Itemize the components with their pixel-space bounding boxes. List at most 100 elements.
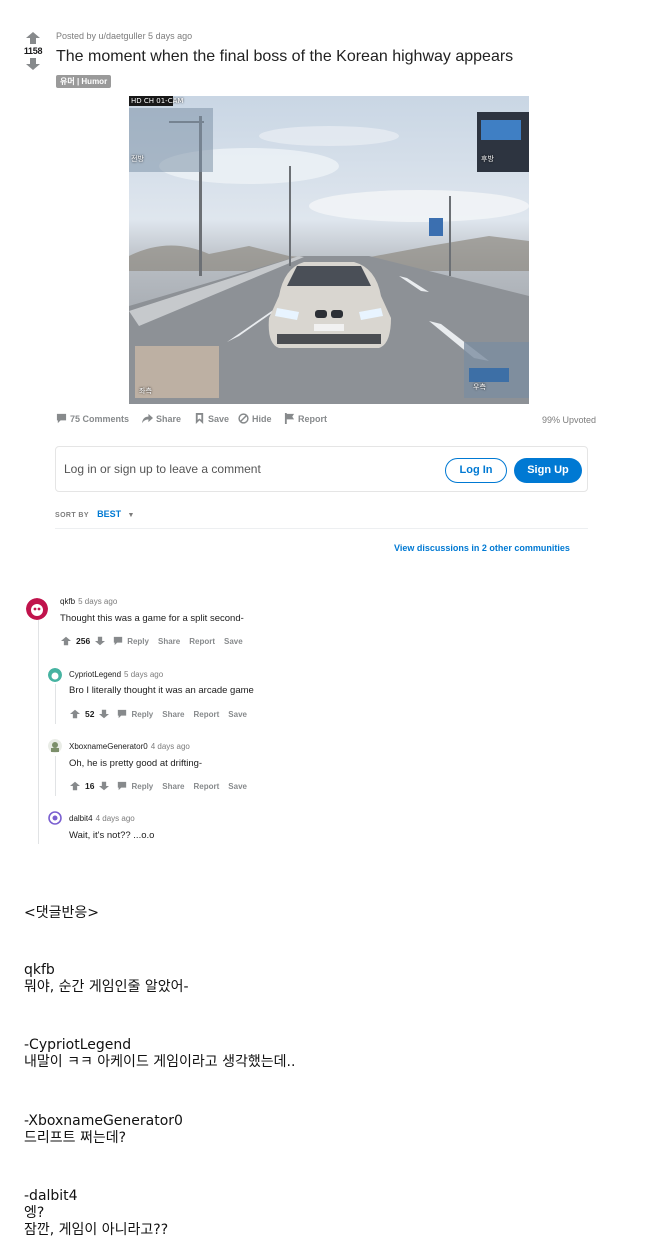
sort-value[interactable]: BEST bbox=[97, 509, 121, 519]
post-title[interactable]: The moment when the final boss of the Ko… bbox=[56, 48, 513, 66]
comment-time: 5 days ago bbox=[78, 597, 118, 606]
report-button[interactable]: Report bbox=[284, 413, 327, 424]
upvote-icon[interactable] bbox=[26, 32, 40, 44]
avatar[interactable] bbox=[48, 739, 62, 753]
login-button[interactable]: Log In bbox=[445, 458, 507, 483]
camera-right-label: 우측 bbox=[473, 383, 486, 391]
comment-body: Oh, he is pretty good at drifting- bbox=[69, 758, 203, 769]
avatar[interactable] bbox=[48, 811, 62, 825]
hide-icon bbox=[238, 413, 249, 424]
bookmark-icon bbox=[195, 413, 204, 424]
downvote-icon[interactable] bbox=[26, 58, 40, 70]
comments-button[interactable]: 75 Comments bbox=[56, 413, 129, 424]
post-media-image[interactable]: HD CH 01-CAM 전방 후방 좌측 우측 bbox=[129, 96, 529, 404]
save-label: Save bbox=[208, 413, 230, 424]
chevron-down-icon[interactable]: ▼ bbox=[128, 512, 135, 519]
sort-label: SORT BY bbox=[55, 512, 89, 519]
translation-header: <댓글반응> bbox=[24, 905, 99, 921]
comment-author-name[interactable]: qkfb bbox=[60, 597, 75, 606]
reply-button[interactable]: Reply bbox=[131, 782, 153, 791]
camera-overlay-tag: HD CH 01-CAM bbox=[131, 97, 184, 105]
translation-name: -XboxnameGenerator0 bbox=[24, 1113, 183, 1129]
comment-author-name[interactable]: XboxnameGenerator0 bbox=[69, 742, 148, 751]
translation-line: 잠깐, 게임이 아니라고?? bbox=[24, 1222, 169, 1238]
flag-icon bbox=[284, 413, 295, 424]
hide-label: Hide bbox=[252, 413, 272, 424]
translation-name: -dalbit4 bbox=[24, 1188, 78, 1204]
camera-left-label: 좌측 bbox=[139, 387, 152, 395]
camera-rear-label: 후방 bbox=[481, 155, 494, 163]
dashcam-scene bbox=[129, 96, 529, 404]
share-label: Share bbox=[156, 413, 182, 424]
thread-line bbox=[55, 756, 56, 796]
view-other-discussions-link[interactable]: View discussions in 2 other communities bbox=[394, 543, 570, 553]
comment-score: 16 bbox=[85, 781, 95, 791]
comment-actions: 52 Reply Share Report Save bbox=[70, 709, 247, 719]
post-meta: Posted by u/daetguller 5 days ago bbox=[56, 31, 193, 41]
share-button[interactable]: Share bbox=[162, 782, 184, 791]
signup-button[interactable]: Sign Up bbox=[514, 458, 582, 483]
comment-actions: 16 Reply Share Report Save bbox=[70, 781, 247, 791]
comment-body: Wait, it's not?? ...o.o bbox=[69, 830, 155, 841]
share-icon bbox=[142, 413, 153, 424]
comment-author[interactable]: CypriotLegend 5 days ago bbox=[69, 670, 163, 679]
share-button[interactable]: Share bbox=[158, 637, 180, 646]
thread-line bbox=[38, 618, 39, 844]
report-button[interactable]: Report bbox=[194, 782, 220, 791]
comments-count-label: 75 Comments bbox=[70, 413, 130, 424]
post-vote-column: 1158 bbox=[22, 32, 44, 70]
comment-body: Thought this was a game for a split seco… bbox=[60, 613, 244, 624]
sort-control[interactable]: SORT BY BEST ▼ bbox=[55, 509, 135, 519]
comment-score: 52 bbox=[85, 709, 95, 719]
post-action-bar: 75 Comments Share Save Hide Report 99% U… bbox=[56, 413, 596, 427]
comment-icon bbox=[114, 636, 123, 646]
camera-front-label: 전방 bbox=[131, 155, 144, 163]
post-flair[interactable]: 유머 | Humor bbox=[56, 75, 112, 88]
save-button[interactable]: Save bbox=[228, 782, 247, 791]
upvote-ratio: 99% Upvoted bbox=[541, 415, 596, 425]
upvote-icon[interactable] bbox=[70, 781, 80, 791]
upvote-icon[interactable] bbox=[70, 709, 80, 719]
avatar[interactable] bbox=[48, 668, 62, 682]
downvote-icon[interactable] bbox=[99, 781, 110, 791]
comment-icon bbox=[118, 709, 127, 719]
translation-line: 내말이 ㅋㅋ 아케이드 게임이라고 생각했는데.. bbox=[24, 1054, 296, 1070]
comment-time: 5 days ago bbox=[124, 670, 164, 679]
share-button[interactable]: Share bbox=[162, 710, 184, 719]
reply-button[interactable]: Reply bbox=[131, 710, 153, 719]
comment-actions: 256 Reply Share Report Save bbox=[61, 636, 243, 646]
save-button[interactable]: Save bbox=[194, 413, 229, 424]
translation-line: 드리프트 쩌는데? bbox=[24, 1130, 127, 1146]
save-button[interactable]: Save bbox=[228, 710, 247, 719]
comment-time: 4 days ago bbox=[95, 814, 135, 823]
comment-author-name[interactable]: dalbit4 bbox=[69, 814, 93, 823]
comment-time: 4 days ago bbox=[150, 742, 190, 751]
comment-author-name[interactable]: CypriotLegend bbox=[69, 670, 121, 679]
translation-name: -CypriotLegend bbox=[24, 1037, 132, 1053]
downvote-icon[interactable] bbox=[95, 636, 106, 646]
comment-author[interactable]: dalbit4 4 days ago bbox=[69, 814, 135, 823]
avatar[interactable] bbox=[26, 598, 48, 620]
report-button[interactable]: Report bbox=[194, 710, 220, 719]
comment-body: Bro I literally thought it was an arcade… bbox=[69, 685, 254, 696]
comment-score: 256 bbox=[76, 636, 91, 646]
report-button[interactable]: Report bbox=[189, 637, 215, 646]
comment-author[interactable]: qkfb 5 days ago bbox=[60, 597, 117, 606]
translation-name: qkfb bbox=[24, 962, 55, 978]
login-prompt: Log in or sign up to leave a comment bbox=[64, 462, 261, 476]
upvote-icon[interactable] bbox=[61, 636, 71, 646]
post-score: 1158 bbox=[23, 46, 43, 56]
comment-icon bbox=[118, 781, 127, 791]
thread-line bbox=[55, 684, 56, 724]
divider bbox=[55, 528, 588, 529]
comment-icon bbox=[56, 413, 67, 424]
report-label: Report bbox=[298, 413, 327, 424]
comment-author[interactable]: XboxnameGenerator0 4 days ago bbox=[69, 742, 190, 751]
comment-login-box: Log in or sign up to leave a comment Log… bbox=[55, 446, 588, 492]
translation-line: 엥? bbox=[24, 1205, 45, 1221]
share-button[interactable]: Share bbox=[142, 413, 181, 424]
reply-button[interactable]: Reply bbox=[127, 637, 149, 646]
hide-button[interactable]: Hide bbox=[238, 413, 272, 424]
downvote-icon[interactable] bbox=[99, 709, 110, 719]
save-button[interactable]: Save bbox=[224, 637, 243, 646]
